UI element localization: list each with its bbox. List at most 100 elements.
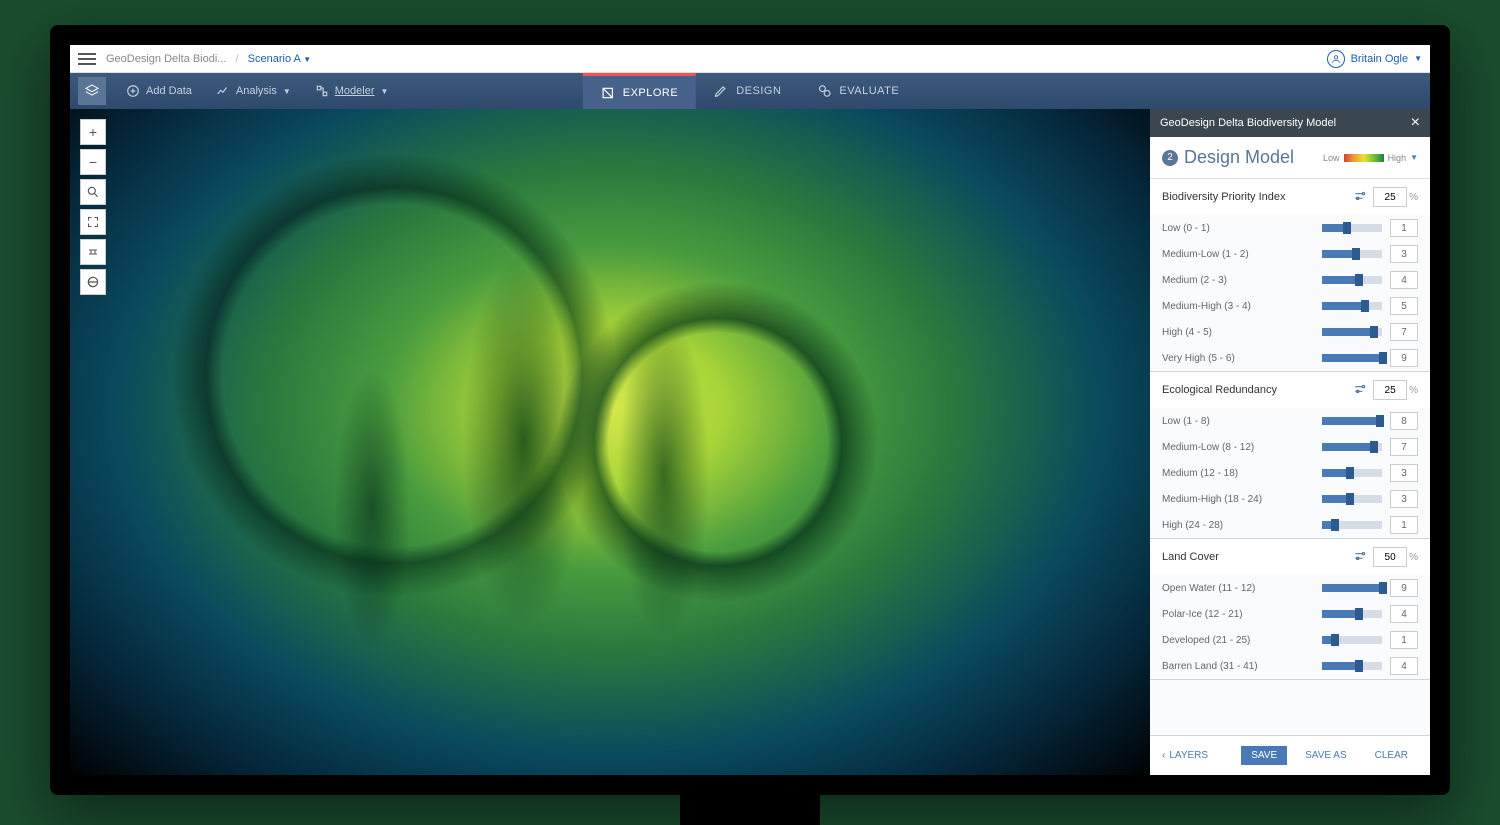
menu-icon[interactable] bbox=[78, 50, 96, 68]
user-name: Britain Ogle bbox=[1351, 53, 1408, 65]
measure-button[interactable] bbox=[80, 239, 106, 265]
slider[interactable] bbox=[1322, 250, 1382, 258]
row-label: Medium (2 - 3) bbox=[1162, 275, 1314, 286]
value-input[interactable] bbox=[1390, 605, 1418, 623]
slider-row: High (4 - 5) bbox=[1150, 319, 1430, 345]
nav-bar: Add Data Analysis ▼ Modeler ▼ EXPLORE DE… bbox=[70, 73, 1430, 109]
slider-row: Medium-High (3 - 4) bbox=[1150, 293, 1430, 319]
layers-icon[interactable] bbox=[78, 77, 106, 105]
slider[interactable] bbox=[1322, 584, 1382, 592]
design-panel: GeoDesign Delta Biodiversity Model × 2 D… bbox=[1150, 109, 1430, 775]
settings-icon[interactable] bbox=[1353, 382, 1367, 399]
row-label: High (4 - 5) bbox=[1162, 327, 1314, 338]
step-badge: 2 bbox=[1162, 150, 1178, 166]
value-input[interactable] bbox=[1390, 464, 1418, 482]
slider[interactable] bbox=[1322, 276, 1382, 284]
add-data-button[interactable]: Add Data bbox=[114, 73, 204, 109]
value-input[interactable] bbox=[1390, 579, 1418, 597]
slider[interactable] bbox=[1322, 636, 1382, 644]
modeler-button[interactable]: Modeler ▼ bbox=[303, 73, 401, 109]
back-layers-link[interactable]: ‹LAYERS bbox=[1162, 750, 1208, 761]
section-pct-input[interactable] bbox=[1373, 187, 1407, 207]
breadcrumb-project[interactable]: GeoDesign Delta Biodi... bbox=[106, 53, 226, 65]
slider-row: Developed (21 - 25) bbox=[1150, 627, 1430, 653]
zoom-in-button[interactable]: + bbox=[80, 119, 106, 145]
slider-row: Medium-Low (8 - 12) bbox=[1150, 434, 1430, 460]
slider-row: Medium (12 - 18) bbox=[1150, 460, 1430, 486]
row-label: Barren Land (31 - 41) bbox=[1162, 661, 1314, 672]
slider[interactable] bbox=[1322, 224, 1382, 232]
breadcrumb: GeoDesign Delta Biodi... / Scenario A ▼ bbox=[106, 53, 311, 65]
slider[interactable] bbox=[1322, 662, 1382, 670]
row-label: Low (0 - 1) bbox=[1162, 223, 1314, 234]
close-icon[interactable]: × bbox=[1411, 114, 1420, 132]
legend-gradient bbox=[1344, 154, 1384, 162]
section: Ecological Redundancy%Low (1 - 8)Medium-… bbox=[1150, 372, 1430, 539]
analysis-button[interactable]: Analysis ▼ bbox=[204, 73, 303, 109]
value-input[interactable] bbox=[1390, 412, 1418, 430]
value-input[interactable] bbox=[1390, 245, 1418, 263]
value-input[interactable] bbox=[1390, 297, 1418, 315]
user-menu[interactable]: Britain Ogle ▼ bbox=[1327, 50, 1422, 68]
slider[interactable] bbox=[1322, 328, 1382, 336]
clear-button[interactable]: CLEAR bbox=[1365, 746, 1418, 765]
slider[interactable] bbox=[1322, 354, 1382, 362]
row-label: Open Water (11 - 12) bbox=[1162, 583, 1314, 594]
row-label: Low (1 - 8) bbox=[1162, 416, 1314, 427]
slider-row: Low (0 - 1) bbox=[1150, 215, 1430, 241]
value-input[interactable] bbox=[1390, 219, 1418, 237]
section-pct-input[interactable] bbox=[1373, 380, 1407, 400]
value-input[interactable] bbox=[1390, 271, 1418, 289]
map-controls: + − bbox=[80, 119, 106, 295]
map-canvas[interactable]: + − bbox=[70, 109, 1150, 775]
value-input[interactable] bbox=[1390, 516, 1418, 534]
fullscreen-button[interactable] bbox=[80, 209, 106, 235]
basemap-button[interactable] bbox=[80, 269, 106, 295]
section-title: Land Cover bbox=[1162, 551, 1219, 563]
save-button[interactable]: SAVE bbox=[1241, 746, 1287, 765]
slider-row: Polar-Ice (12 - 21) bbox=[1150, 601, 1430, 627]
row-label: Developed (21 - 25) bbox=[1162, 635, 1314, 646]
value-input[interactable] bbox=[1390, 631, 1418, 649]
section-title: Ecological Redundancy bbox=[1162, 384, 1277, 396]
slider-row: Barren Land (31 - 41) bbox=[1150, 653, 1430, 679]
settings-icon[interactable] bbox=[1353, 189, 1367, 206]
row-label: Medium-High (18 - 24) bbox=[1162, 494, 1314, 505]
row-label: Medium-Low (1 - 2) bbox=[1162, 249, 1314, 260]
slider-row: Low (1 - 8) bbox=[1150, 408, 1430, 434]
slider[interactable] bbox=[1322, 521, 1382, 529]
slider[interactable] bbox=[1322, 443, 1382, 451]
slider[interactable] bbox=[1322, 469, 1382, 477]
row-label: High (24 - 28) bbox=[1162, 520, 1314, 531]
slider[interactable] bbox=[1322, 302, 1382, 310]
value-input[interactable] bbox=[1390, 490, 1418, 508]
section-pct-input[interactable] bbox=[1373, 547, 1407, 567]
slider-row: High (24 - 28) bbox=[1150, 512, 1430, 538]
slider[interactable] bbox=[1322, 495, 1382, 503]
slider[interactable] bbox=[1322, 610, 1382, 618]
breadcrumb-scenario[interactable]: Scenario A ▼ bbox=[248, 53, 312, 65]
value-input[interactable] bbox=[1390, 349, 1418, 367]
slider-row: Open Water (11 - 12) bbox=[1150, 575, 1430, 601]
value-input[interactable] bbox=[1390, 657, 1418, 675]
tab-design[interactable]: DESIGN bbox=[696, 73, 799, 109]
slider[interactable] bbox=[1322, 417, 1382, 425]
search-button[interactable] bbox=[80, 179, 106, 205]
panel-title: 2 Design Model bbox=[1162, 147, 1294, 168]
tab-explore[interactable]: EXPLORE bbox=[583, 73, 696, 109]
row-label: Medium (12 - 18) bbox=[1162, 468, 1314, 479]
value-input[interactable] bbox=[1390, 323, 1418, 341]
zoom-out-button[interactable]: − bbox=[80, 149, 106, 175]
section-title: Biodiversity Priority Index bbox=[1162, 191, 1286, 203]
settings-icon[interactable] bbox=[1353, 549, 1367, 566]
panel-header-title: GeoDesign Delta Biodiversity Model bbox=[1160, 117, 1336, 129]
tab-evaluate[interactable]: EVALUATE bbox=[799, 73, 917, 109]
value-input[interactable] bbox=[1390, 438, 1418, 456]
slider-row: Medium-High (18 - 24) bbox=[1150, 486, 1430, 512]
legend[interactable]: Low High ▼ bbox=[1323, 153, 1418, 163]
slider-row: Medium (2 - 3) bbox=[1150, 267, 1430, 293]
save-as-button[interactable]: SAVE AS bbox=[1295, 746, 1357, 765]
row-label: Polar-Ice (12 - 21) bbox=[1162, 609, 1314, 620]
section: Land Cover%Open Water (11 - 12)Polar-Ice… bbox=[1150, 539, 1430, 680]
slider-row: Medium-Low (1 - 2) bbox=[1150, 241, 1430, 267]
